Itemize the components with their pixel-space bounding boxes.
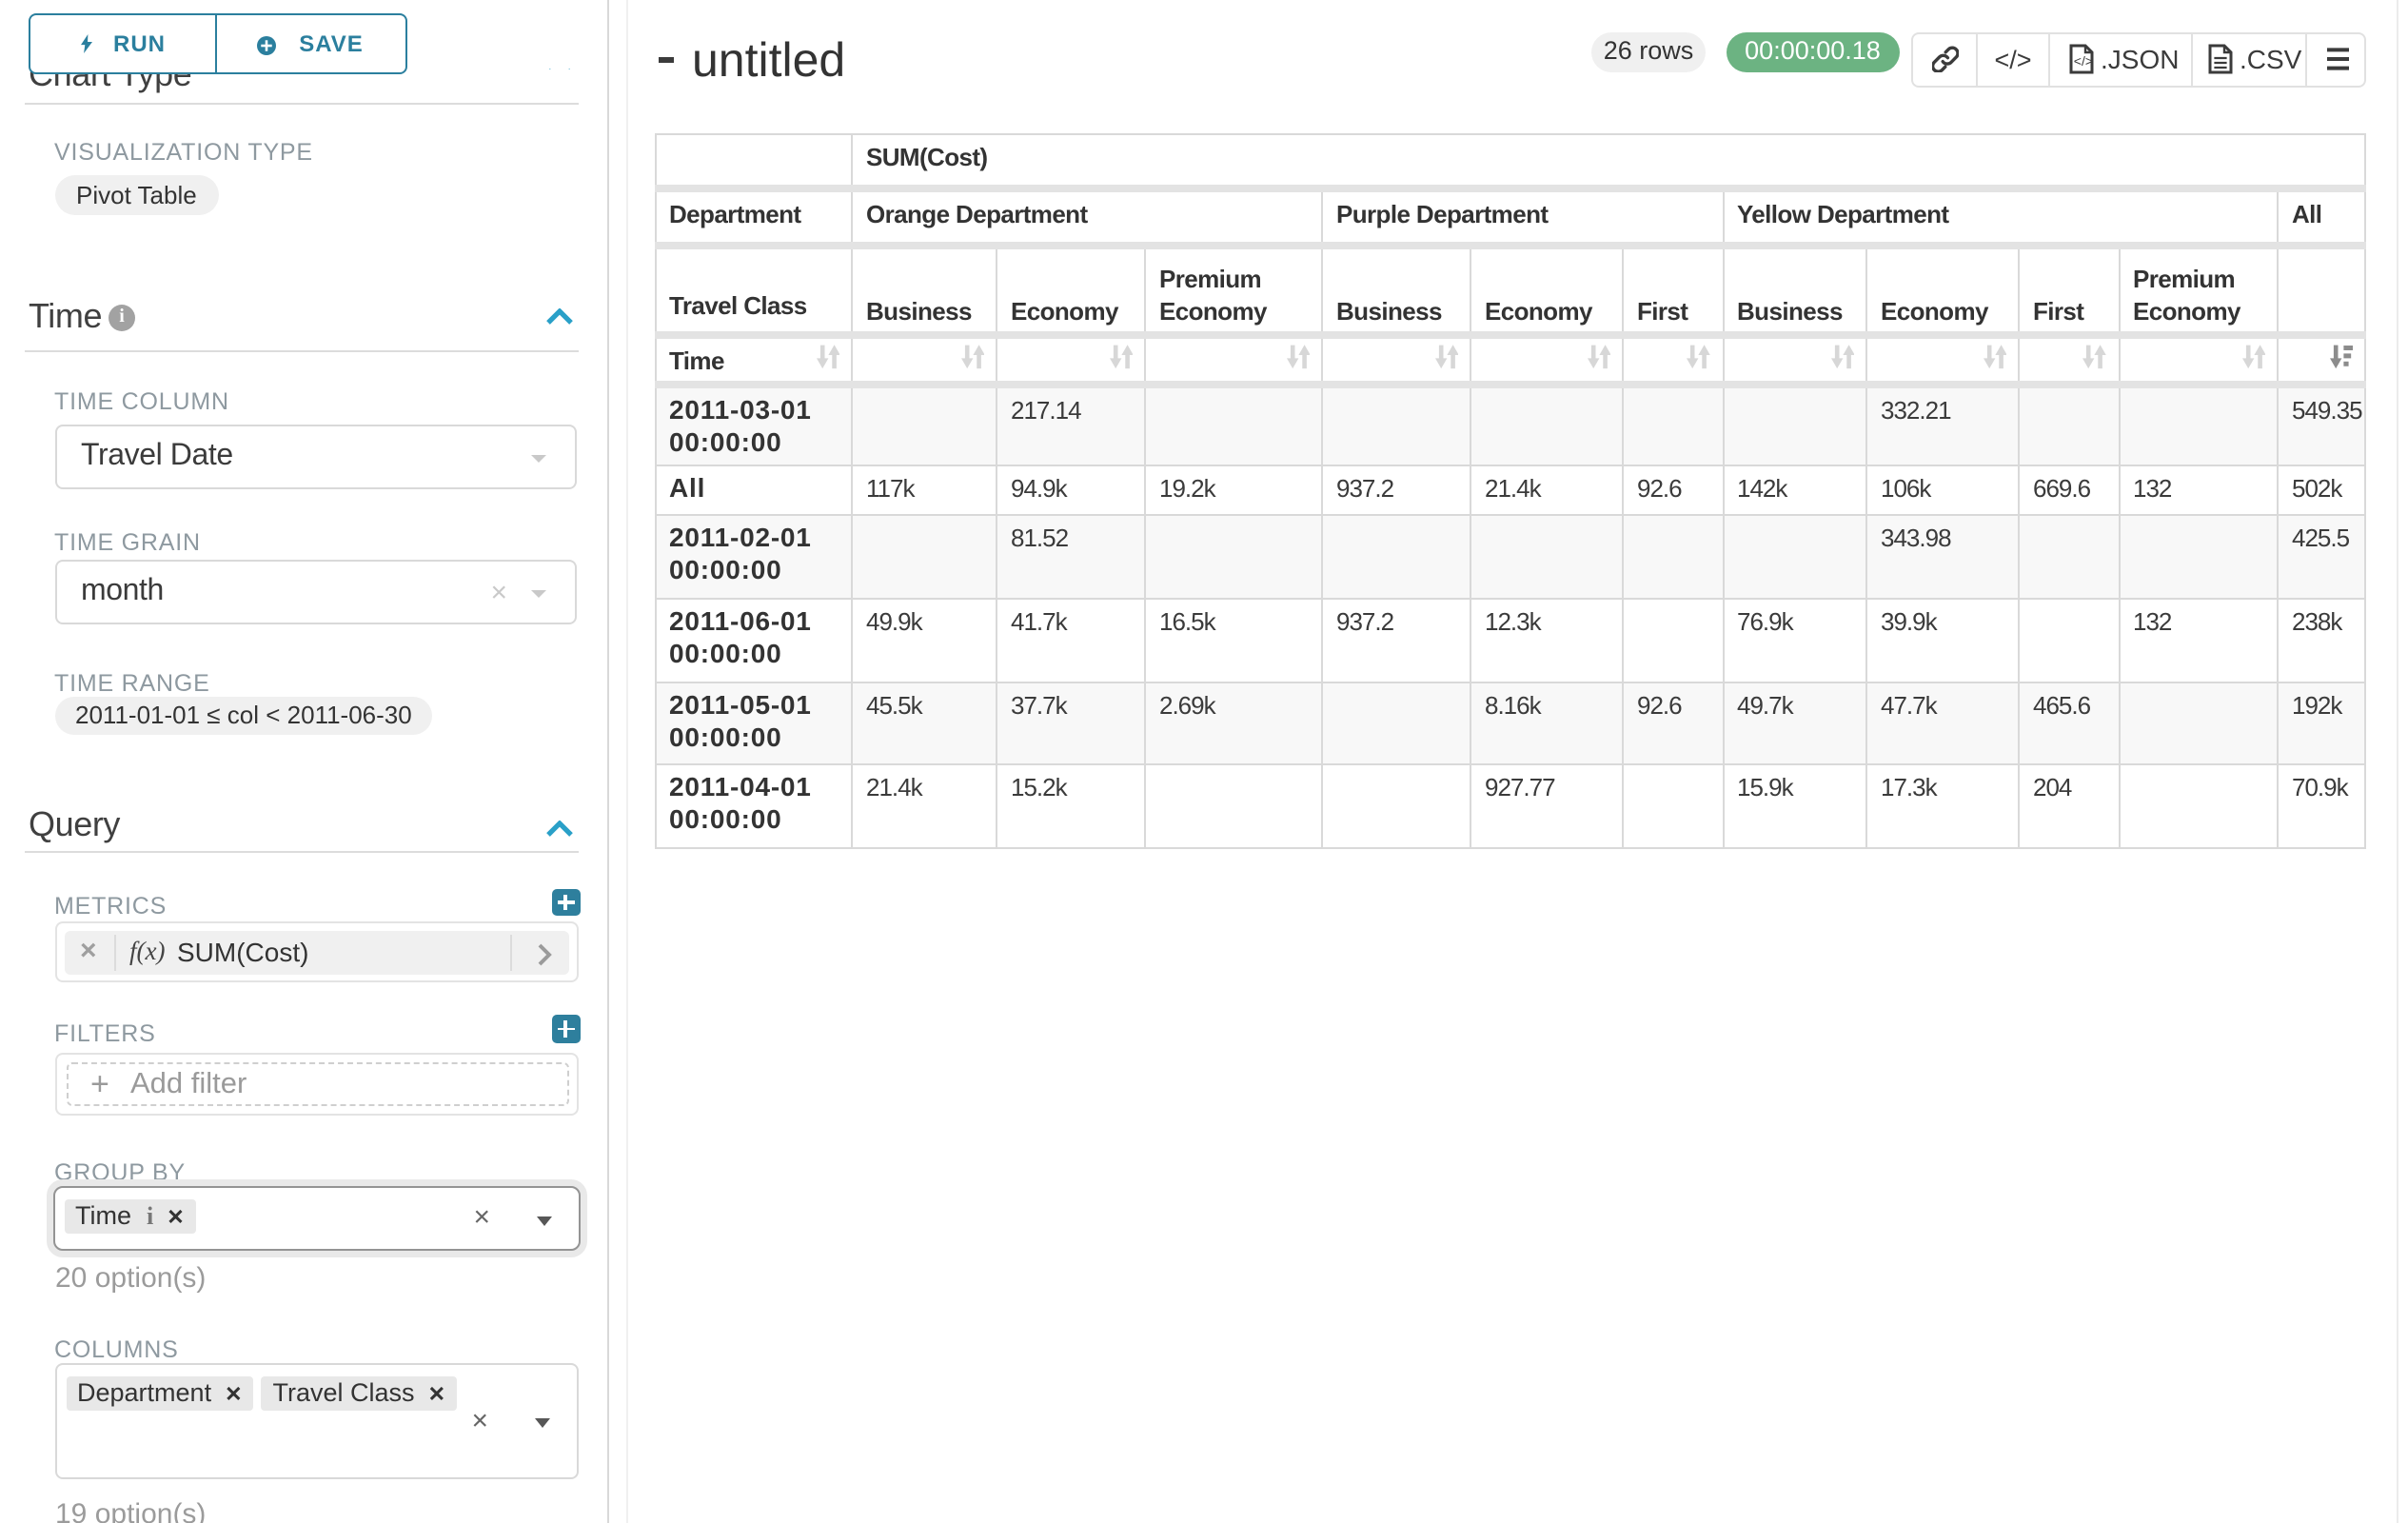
svg-text:</>: </> <box>2074 53 2093 69</box>
